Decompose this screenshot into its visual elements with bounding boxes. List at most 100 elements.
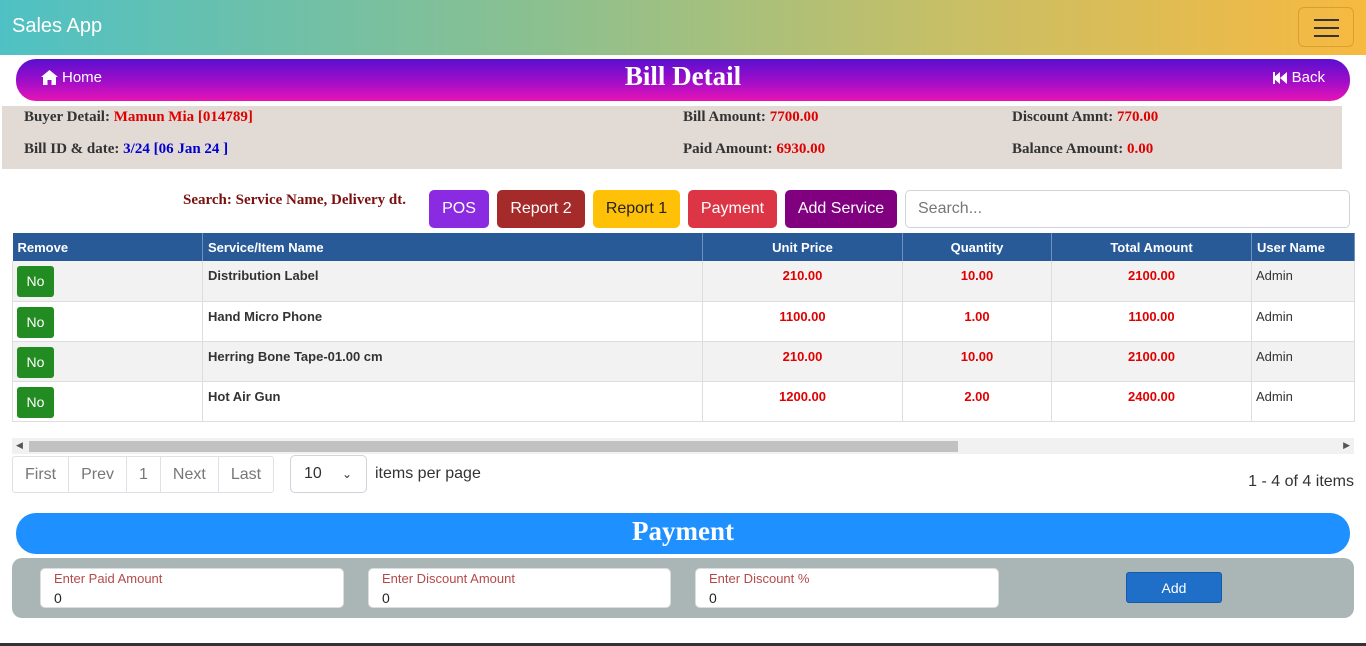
quantity: 10.00 xyxy=(902,341,1052,382)
top-navbar: Sales App xyxy=(0,0,1366,55)
balance-label: Balance Amount: xyxy=(1012,141,1124,157)
next-page-button[interactable]: Next xyxy=(161,457,219,492)
remove-cell: No xyxy=(12,261,203,302)
quantity: 10.00 xyxy=(902,261,1052,302)
bill-info-panel: Buyer Detail: Mamun Mia [014789] Bill ID… xyxy=(2,106,1342,169)
add-service-button[interactable]: Add Service xyxy=(785,190,897,228)
backward-icon xyxy=(1272,71,1287,84)
table-row: No Herring Bone Tape-01.00 cm 210.00 10.… xyxy=(12,341,1355,382)
remove-cell: No xyxy=(12,341,203,382)
bill-amount: Bill Amount: 7700.00 xyxy=(683,109,818,126)
app-brand[interactable]: Sales App xyxy=(12,15,102,38)
remove-no-button[interactable]: No xyxy=(17,306,54,338)
report1-button[interactable]: Report 1 xyxy=(593,190,680,228)
table-row: No Distribution Label 210.00 10.00 2100.… xyxy=(12,261,1355,302)
page-header: Home Bill Detail Back xyxy=(16,59,1350,101)
scrollbar-thumb[interactable] xyxy=(29,441,958,452)
item-name: Herring Bone Tape-01.00 cm xyxy=(202,341,703,382)
balance-value: 0.00 xyxy=(1127,141,1154,157)
bill-id-value: 3/24 [06 Jan 24 ] xyxy=(123,141,229,157)
paid-amount: Paid Amount: 6930.00 xyxy=(683,141,825,158)
balance-amount: Balance Amount: 0.00 xyxy=(1012,141,1153,158)
menu-toggle-button[interactable] xyxy=(1298,7,1354,47)
item-name: Distribution Label xyxy=(202,261,703,302)
scroll-left-icon[interactable]: ◀ xyxy=(16,440,23,451)
total-amount: 1100.00 xyxy=(1051,301,1252,342)
bill-id-label: Bill ID & date: xyxy=(24,141,120,157)
item-name: Hand Micro Phone xyxy=(202,301,703,342)
col-header-total[interactable]: Total Amount xyxy=(1051,233,1252,261)
last-page-button[interactable]: Last xyxy=(219,457,273,492)
hamburger-icon-line xyxy=(1314,27,1339,29)
items-count: 1 - 4 of 4 items xyxy=(1248,473,1354,490)
col-header-user[interactable]: User Name xyxy=(1251,233,1355,261)
discount-amount-field-label: Enter Discount Amount xyxy=(382,571,515,586)
first-page-button[interactable]: First xyxy=(13,457,70,492)
user-name: Admin xyxy=(1251,301,1355,342)
services-table: Remove Service/Item Name Unit Price Quan… xyxy=(12,233,1355,422)
page-number-button[interactable]: 1 xyxy=(127,457,161,492)
paid-amount-field-value[interactable]: 0 xyxy=(54,590,62,606)
total-amount: 2400.00 xyxy=(1051,381,1252,422)
paid-amount-field-label: Enter Paid Amount xyxy=(54,571,163,586)
table-row: No Hot Air Gun 1200.00 2.00 2400.00 Admi… xyxy=(12,381,1355,422)
back-link[interactable]: Back xyxy=(1272,69,1325,86)
unit-price: 210.00 xyxy=(702,261,903,302)
add-payment-button[interactable]: Add xyxy=(1126,572,1222,603)
paid-amount-value: 6930.00 xyxy=(776,141,826,157)
discount-percent-field-value[interactable]: 0 xyxy=(709,590,717,606)
discount-percent-field[interactable]: Enter Discount % 0 xyxy=(695,568,999,608)
buyer-detail: Buyer Detail: Mamun Mia [014789] xyxy=(24,109,253,126)
unit-price: 210.00 xyxy=(702,341,903,382)
unit-price: 1100.00 xyxy=(702,301,903,342)
total-amount: 2100.00 xyxy=(1051,341,1252,382)
chevron-down-icon: ⌄ xyxy=(341,467,352,481)
remove-no-button[interactable]: No xyxy=(17,386,54,418)
payment-button[interactable]: Payment xyxy=(688,190,777,228)
bill-id-date: Bill ID & date: 3/24 [06 Jan 24 ] xyxy=(24,141,228,158)
user-name: Admin xyxy=(1251,261,1355,302)
hamburger-icon xyxy=(1314,19,1339,21)
discount-amount-field[interactable]: Enter Discount Amount 0 xyxy=(368,568,671,608)
col-header-name[interactable]: Service/Item Name xyxy=(202,233,703,261)
remove-no-button[interactable]: No xyxy=(17,266,54,297)
bill-amount-label: Bill Amount: xyxy=(683,109,766,125)
pagination: First Prev 1 Next Last xyxy=(12,456,275,493)
total-amount: 2100.00 xyxy=(1051,261,1252,302)
discount-amount: Discount Amnt: 770.00 xyxy=(1012,109,1158,126)
remove-cell: No xyxy=(12,301,203,342)
payment-section-title: Payment xyxy=(16,513,1350,554)
user-name: Admin xyxy=(1251,341,1355,382)
scroll-right-icon[interactable]: ▶ xyxy=(1343,440,1350,451)
discount-value: 770.00 xyxy=(1117,109,1159,125)
discount-amount-field-value[interactable]: 0 xyxy=(382,590,390,606)
search-input[interactable] xyxy=(905,190,1350,228)
back-label: Back xyxy=(1291,69,1325,86)
buyer-label: Buyer Detail: xyxy=(24,109,110,125)
unit-price: 1200.00 xyxy=(702,381,903,422)
buyer-value: Mamun Mia [014789] xyxy=(113,109,253,125)
hamburger-icon-line xyxy=(1314,35,1339,37)
discount-label: Discount Amnt: xyxy=(1012,109,1114,125)
horizontal-scrollbar[interactable]: ◀ ▶ xyxy=(12,438,1354,454)
report2-button[interactable]: Report 2 xyxy=(497,190,585,228)
table-header-row: Remove Service/Item Name Unit Price Quan… xyxy=(12,233,1355,261)
paid-amount-label: Paid Amount: xyxy=(683,141,773,157)
remove-no-button[interactable]: No xyxy=(17,346,54,378)
search-hint: Search: Service Name, Delivery dt. xyxy=(183,192,406,208)
col-header-unit-price[interactable]: Unit Price xyxy=(702,233,903,261)
items-per-page-label: items per page xyxy=(375,465,481,482)
discount-percent-field-label: Enter Discount % xyxy=(709,571,810,586)
pos-button[interactable]: POS xyxy=(429,190,489,228)
col-header-remove[interactable]: Remove xyxy=(12,233,203,261)
bill-amount-value: 7700.00 xyxy=(769,109,819,125)
remove-cell: No xyxy=(12,381,203,422)
paid-amount-field[interactable]: Enter Paid Amount 0 xyxy=(40,568,344,608)
col-header-quantity[interactable]: Quantity xyxy=(902,233,1052,261)
quantity: 2.00 xyxy=(902,381,1052,422)
prev-page-button[interactable]: Prev xyxy=(69,457,128,492)
items-per-page-select[interactable]: 10 ⌄ xyxy=(290,455,367,493)
table-row: No Hand Micro Phone 1100.00 1.00 1100.00… xyxy=(12,301,1355,342)
items-per-page-value: 10 xyxy=(304,465,322,482)
quantity: 1.00 xyxy=(902,301,1052,342)
